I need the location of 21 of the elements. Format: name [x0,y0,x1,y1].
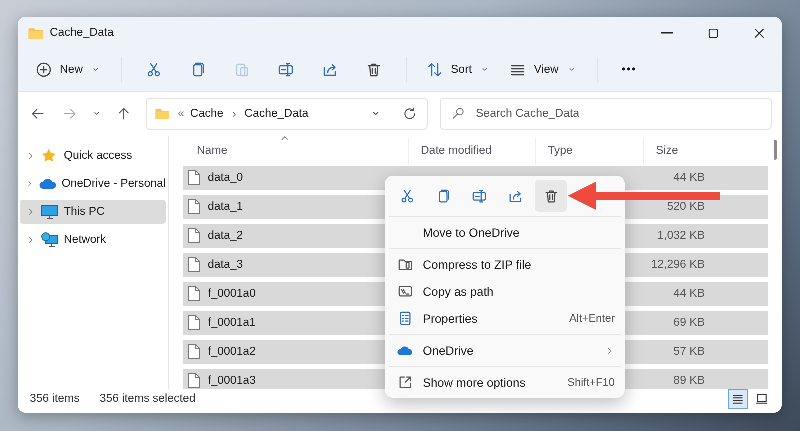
file-name: data_0 [208,172,244,184]
file-name: data_1 [208,200,244,213]
item-count: 356 items [30,393,80,405]
file-name: data_2 [208,230,244,242]
file-name: f_0001a0 [208,288,256,300]
file-size: 44 KB [672,172,706,184]
selection-count: 356 items selected [100,393,196,405]
file-name: f_0001a1 [208,316,256,329]
shortcut-label: Shift+F10 [568,376,615,388]
file-size: 12,296 KB [650,258,706,271]
shortcut-label: Alt+Enter [569,312,615,324]
file-size: 44 KB [672,288,706,300]
window-title: Cache_Data [50,27,115,39]
file-size: 89 KB [672,374,706,387]
file-name: data_3 [208,258,244,271]
file-name: f_0001a2 [208,346,256,358]
file-name: f_0001a3 [208,374,256,387]
file-size: 69 KB [672,316,706,329]
file-size: 1,032 KB [656,230,706,242]
file-size: 520 KB [666,200,706,213]
file-size: 57 KB [672,346,706,358]
